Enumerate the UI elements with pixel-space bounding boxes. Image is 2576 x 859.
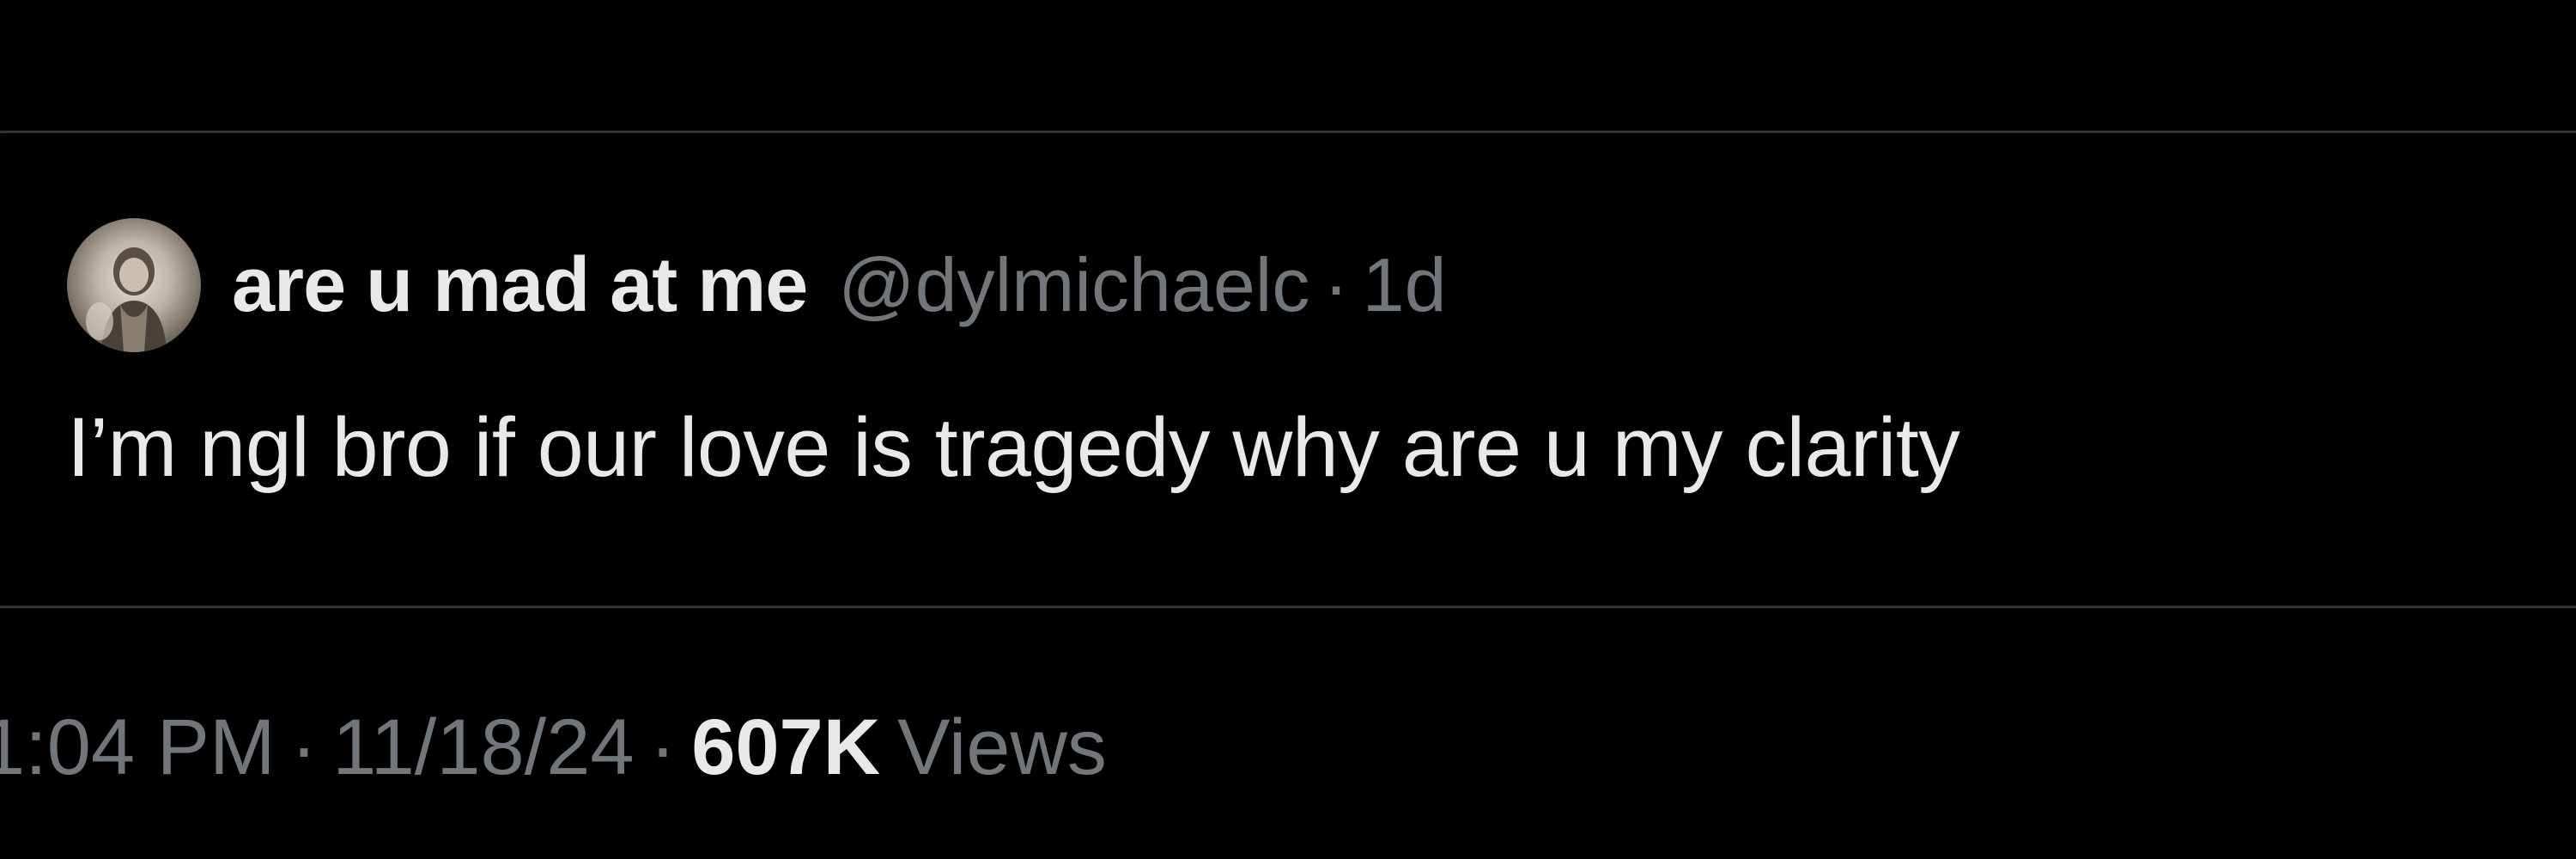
meta-separator: · [649, 704, 677, 791]
views-count[interactable]: 607K [691, 703, 880, 793]
quoted-post-header: are u mad at me @dylmichaelc · 1d [67, 218, 1447, 352]
post-meta-row: 1:04 PM · 11/18/24 · 607K Views [0, 703, 1107, 793]
post-date[interactable]: 11/18/24 [332, 703, 634, 793]
quoted-post-card[interactable] [0, 131, 2576, 608]
meta-separator: · [290, 704, 318, 791]
header-separator: · [1323, 242, 1349, 327]
display-name[interactable]: are u mad at me [232, 241, 808, 330]
post-time[interactable]: 1:04 PM [0, 703, 276, 793]
avatar-photo-icon [86, 247, 167, 352]
quoted-post-text: I’m ngl bro if our love is tragedy why a… [67, 400, 1960, 494]
post-age[interactable]: 1d [1363, 241, 1447, 329]
user-handle[interactable]: @dylmichaelc [838, 241, 1309, 329]
avatar[interactable] [67, 218, 201, 352]
views-label: Views [897, 704, 1107, 791]
